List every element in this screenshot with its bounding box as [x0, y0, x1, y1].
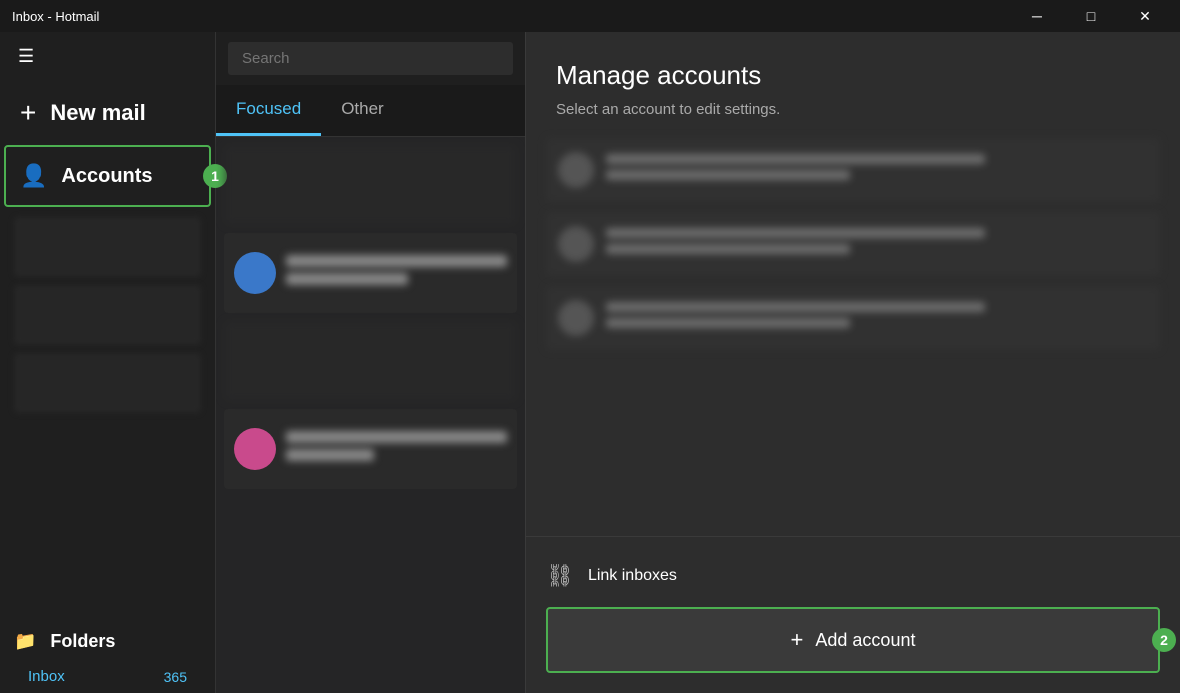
app-body: ☰ + New mail 👤 Accounts 1 📁 Folders Inbo… — [0, 32, 1180, 693]
folders-section: 📁 Folders Inbox 365 — [0, 607, 215, 693]
avatar-blue — [234, 252, 276, 294]
accounts-label: Accounts — [61, 165, 152, 188]
account-avatar-1 — [558, 152, 594, 188]
accounts-button[interactable]: 👤 Accounts 1 — [4, 145, 211, 207]
account-avatar-3 — [558, 300, 594, 336]
email-blur-3 — [224, 321, 517, 401]
window-controls: ─ □ ✕ — [1014, 0, 1168, 32]
account-item-2[interactable] — [546, 212, 1160, 276]
add-account-label: Add account — [815, 630, 915, 651]
email-blur-1 — [224, 145, 517, 225]
account-line-5 — [606, 302, 985, 312]
user-icon: 👤 — [20, 163, 47, 189]
manage-subtitle: Select an account to edit settings. — [556, 101, 1150, 118]
account-text-2 — [606, 228, 1148, 260]
search-bar — [216, 32, 525, 85]
new-mail-label: New mail — [50, 100, 145, 126]
sidebar: ☰ + New mail 👤 Accounts 1 📁 Folders Inbo… — [0, 32, 215, 693]
account-avatar-2 — [558, 226, 594, 262]
link-inboxes-button[interactable]: ⛓ Link inboxes — [546, 553, 1160, 599]
minimize-button[interactable]: ─ — [1014, 0, 1060, 32]
tab-other-label: Other — [341, 99, 384, 118]
account-line-4 — [606, 244, 850, 254]
hamburger-icon: ☰ — [18, 46, 34, 67]
add-account-plus-icon: + — [791, 627, 804, 653]
email-item-2[interactable] — [224, 233, 517, 313]
folder-icon: 📁 — [14, 631, 36, 652]
email-content-2 — [286, 255, 507, 291]
manage-title: Manage accounts — [556, 60, 1150, 91]
manage-footer: ⛓ Link inboxes + Add account 2 — [526, 536, 1180, 693]
manage-accounts-panel: Manage accounts Select an account to edi… — [525, 32, 1180, 693]
new-mail-button[interactable]: + New mail — [0, 81, 215, 145]
sidebar-blur-area — [0, 207, 215, 607]
account-item-3[interactable] — [546, 286, 1160, 350]
accounts-list — [526, 128, 1180, 536]
account-line-3 — [606, 228, 985, 238]
avatar-pink — [234, 428, 276, 470]
blur-item-3 — [14, 353, 201, 413]
close-button[interactable]: ✕ — [1122, 0, 1168, 32]
link-icon: ⛓ — [546, 563, 574, 589]
title-bar: Inbox - Hotmail ─ □ ✕ — [0, 0, 1180, 32]
email-list-panel: Focused Other — [215, 32, 525, 693]
account-item-1[interactable] — [546, 138, 1160, 202]
add-account-button[interactable]: + Add account 2 — [546, 607, 1160, 673]
maximize-button[interactable]: □ — [1068, 0, 1114, 32]
email-item-4[interactable] — [224, 409, 517, 489]
email-list-items — [216, 137, 525, 693]
tabs-row: Focused Other — [216, 85, 525, 137]
hamburger-button[interactable]: ☰ — [14, 42, 38, 71]
account-line-1 — [606, 154, 985, 164]
new-mail-plus-icon: + — [20, 97, 36, 129]
inbox-count: 365 — [164, 669, 187, 685]
inbox-item[interactable]: Inbox 365 — [14, 660, 201, 693]
email-content-4 — [286, 431, 507, 467]
inbox-label: Inbox — [28, 668, 65, 685]
folders-label: Folders — [50, 631, 115, 652]
add-account-badge: 2 — [1152, 628, 1176, 652]
window-title: Inbox - Hotmail — [12, 9, 99, 24]
link-inboxes-label: Link inboxes — [588, 567, 677, 585]
email-line-3 — [286, 431, 507, 443]
tab-focused-label: Focused — [236, 99, 301, 118]
folders-button[interactable]: 📁 Folders — [14, 623, 115, 660]
tab-other[interactable]: Other — [321, 85, 404, 136]
blur-item-2 — [14, 285, 201, 345]
search-input[interactable] — [228, 42, 513, 75]
email-line-4 — [286, 449, 374, 461]
blur-item-1 — [14, 217, 201, 277]
tab-focused[interactable]: Focused — [216, 85, 321, 136]
manage-header: Manage accounts Select an account to edi… — [526, 32, 1180, 128]
account-text-1 — [606, 154, 1148, 186]
sidebar-top: ☰ — [0, 32, 215, 81]
account-line-6 — [606, 318, 850, 328]
account-line-2 — [606, 170, 850, 180]
email-line-1 — [286, 255, 507, 267]
email-line-2 — [286, 273, 408, 285]
account-text-3 — [606, 302, 1148, 334]
